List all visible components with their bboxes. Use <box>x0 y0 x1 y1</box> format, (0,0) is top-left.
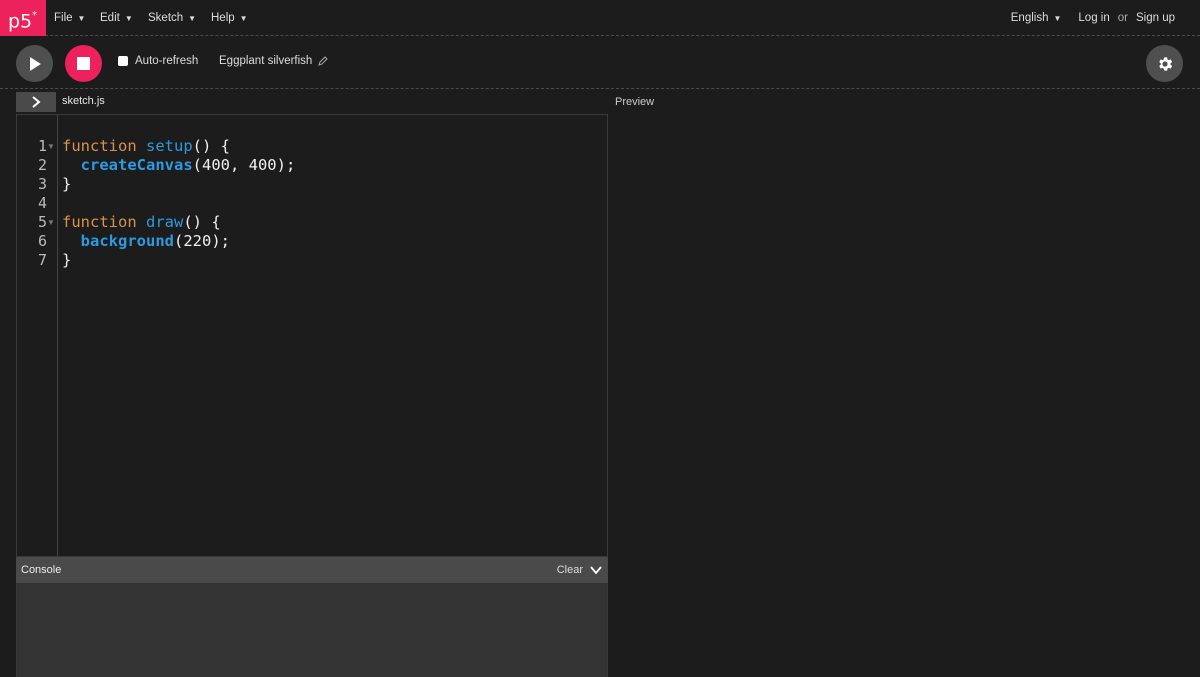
or-text: or <box>1117 12 1128 24</box>
top-nav: p5* File ▼ Edit ▼ Sketch ▼ Help ▼ English ▼ L… <box>0 0 1200 36</box>
gear-icon <box>1158 56 1172 71</box>
p5-logo[interactable]: p5* <box>0 0 46 36</box>
menu-edit[interactable]: Edit ▼ <box>100 0 133 36</box>
fold-arrow-icon[interactable]: ▼ <box>47 213 55 232</box>
menu-file-label: File <box>54 12 73 24</box>
caret-down-icon: ▼ <box>77 13 86 23</box>
menu-file[interactable]: File ▼ <box>54 0 85 36</box>
auto-refresh-toggle[interactable]: Auto-refresh <box>118 55 198 67</box>
code-line[interactable]: function draw() { <box>62 213 221 232</box>
auto-refresh-label: Auto-refresh <box>135 55 199 67</box>
line-number: 7 <box>37 251 47 269</box>
caret-down-icon: ▼ <box>239 13 248 23</box>
menu-edit-label: Edit <box>100 12 120 24</box>
preview-label: Preview <box>615 96 655 108</box>
auto-refresh-checkbox[interactable] <box>118 56 128 66</box>
console-clear-button[interactable]: Clear <box>557 564 583 576</box>
play-button[interactable] <box>16 45 53 82</box>
sidebar-toggle-button[interactable] <box>16 92 56 112</box>
code-editor[interactable]: 1 ▼ 2 3 4 5 ▼ 6 7 function setup() { cre… <box>16 114 608 557</box>
login-link[interactable]: Log in <box>1078 12 1109 24</box>
console-title: Console <box>21 564 62 576</box>
chevron-down-icon[interactable] <box>589 563 603 577</box>
language-label: English <box>1010 12 1049 24</box>
menu-help[interactable]: Help ▼ <box>211 0 248 36</box>
toolbar: Auto-refresh Eggplant silverfish <box>0 37 1200 89</box>
language-select[interactable]: English ▼ <box>1011 12 1062 24</box>
console-header: Console Clear <box>16 557 608 583</box>
fold-arrow-icon[interactable]: ▼ <box>47 137 55 156</box>
menu-sketch[interactable]: Sketch ▼ <box>148 0 196 36</box>
account-nav: English ▼ Log in or Sign up <box>1011 0 1175 36</box>
code-line[interactable]: background(220); <box>62 232 230 251</box>
caret-down-icon: ▼ <box>124 13 133 23</box>
logo-asterisk: * <box>32 10 38 21</box>
pencil-icon[interactable] <box>318 56 329 66</box>
line-number: 4 <box>37 194 47 212</box>
logo-text: p5 <box>8 10 33 33</box>
sketch-name[interactable]: Eggplant silverfish <box>219 55 329 67</box>
sketch-name-text: Eggplant silverfish <box>219 55 313 67</box>
code-line[interactable]: } <box>62 251 71 270</box>
caret-down-icon: ▼ <box>188 13 197 23</box>
caret-down-icon: ▼ <box>1053 14 1062 23</box>
file-tab-sketch-js[interactable]: sketch.js <box>62 95 105 107</box>
stop-icon <box>77 57 90 70</box>
menu-sketch-label: Sketch <box>148 12 184 24</box>
code-line[interactable]: createCanvas(400, 400); <box>62 156 296 175</box>
line-number-gutter: 1 ▼ 2 3 4 5 ▼ 6 7 <box>17 115 58 556</box>
line-number: 5 <box>37 213 47 231</box>
line-number: 2 <box>37 156 47 174</box>
stop-button[interactable] <box>65 45 102 82</box>
menu-help-label: Help <box>211 12 235 24</box>
signup-link[interactable]: Sign up <box>1136 12 1175 24</box>
console-output <box>16 583 608 677</box>
play-icon <box>29 56 41 71</box>
line-number: 6 <box>37 232 47 250</box>
code-line[interactable]: function setup() { <box>62 137 230 156</box>
settings-button[interactable] <box>1146 45 1183 82</box>
line-number: 3 <box>37 175 47 193</box>
chevron-right-icon <box>32 96 41 108</box>
line-number: 1 <box>37 137 47 155</box>
code-line[interactable]: } <box>62 175 71 194</box>
